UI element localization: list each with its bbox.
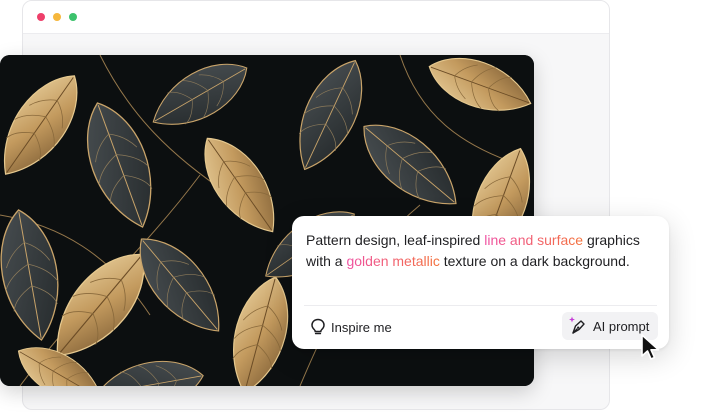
minimize-window-dot[interactable] — [53, 13, 61, 21]
inspire-me-label: Inspire me — [331, 319, 392, 335]
close-window-dot[interactable] — [37, 13, 45, 21]
prompt-highlight-golden-metallic: golden metallic — [346, 253, 439, 269]
ai-prompt-label: AI prompt — [593, 318, 650, 334]
prompt-segment: texture on a dark background. — [439, 253, 630, 269]
prompt-text[interactable]: Pattern design, leaf-inspired line and s… — [306, 230, 658, 272]
prompt-divider — [304, 305, 657, 306]
inspire-me-button[interactable]: Inspire me — [310, 315, 392, 339]
prompt-segment-highlight: golden metallic — [346, 253, 440, 269]
prompt-highlight-line-and-surface: line and surface — [484, 232, 583, 248]
stage: Pattern design, leaf-inspired line and s… — [0, 0, 720, 419]
prompt-segment-highlight: line and surface — [484, 232, 584, 248]
maximize-window-dot[interactable] — [69, 13, 77, 21]
prompt-card: Pattern design, leaf-inspired line and s… — [292, 216, 669, 349]
browser-titlebar — [23, 1, 609, 34]
ai-pen-sparkle-icon — [569, 316, 585, 334]
mouse-cursor-icon — [641, 334, 660, 360]
prompt-segment: Pattern design, leaf-inspired — [306, 232, 485, 248]
lightbulb-icon — [311, 318, 325, 335]
